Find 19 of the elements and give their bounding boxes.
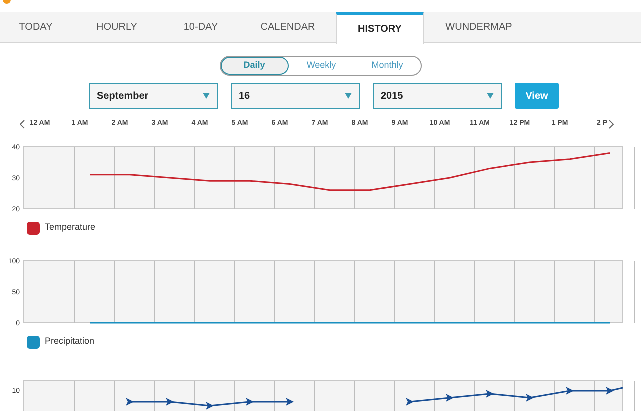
select-value: September	[97, 90, 149, 104]
legend-label: Precipitation	[45, 335, 95, 348]
nav-tab[interactable]: HOURLY	[72, 12, 162, 43]
sun-icon	[2, 0, 12, 6]
caret-icon	[203, 93, 210, 99]
nav-tab[interactable]: 10-DAY	[162, 12, 240, 43]
date-select[interactable]: 16	[231, 83, 360, 109]
nav-tab[interactable]: CALENDAR	[240, 12, 336, 43]
legend-label: Temperature	[45, 221, 96, 234]
nav-tab[interactable]: HISTORY	[336, 12, 424, 44]
date-select[interactable]: September	[89, 83, 218, 109]
date-select[interactable]: 2015	[373, 83, 502, 109]
next-arrow[interactable]	[608, 120, 614, 128]
caret-icon	[487, 93, 494, 99]
nav-tab[interactable]: WUNDERMAP	[424, 12, 534, 43]
select-value: 16	[239, 90, 250, 104]
select-value: 2015	[381, 90, 404, 104]
nav-tab[interactable]: TODAY	[0, 12, 72, 43]
caret-icon	[345, 93, 352, 99]
